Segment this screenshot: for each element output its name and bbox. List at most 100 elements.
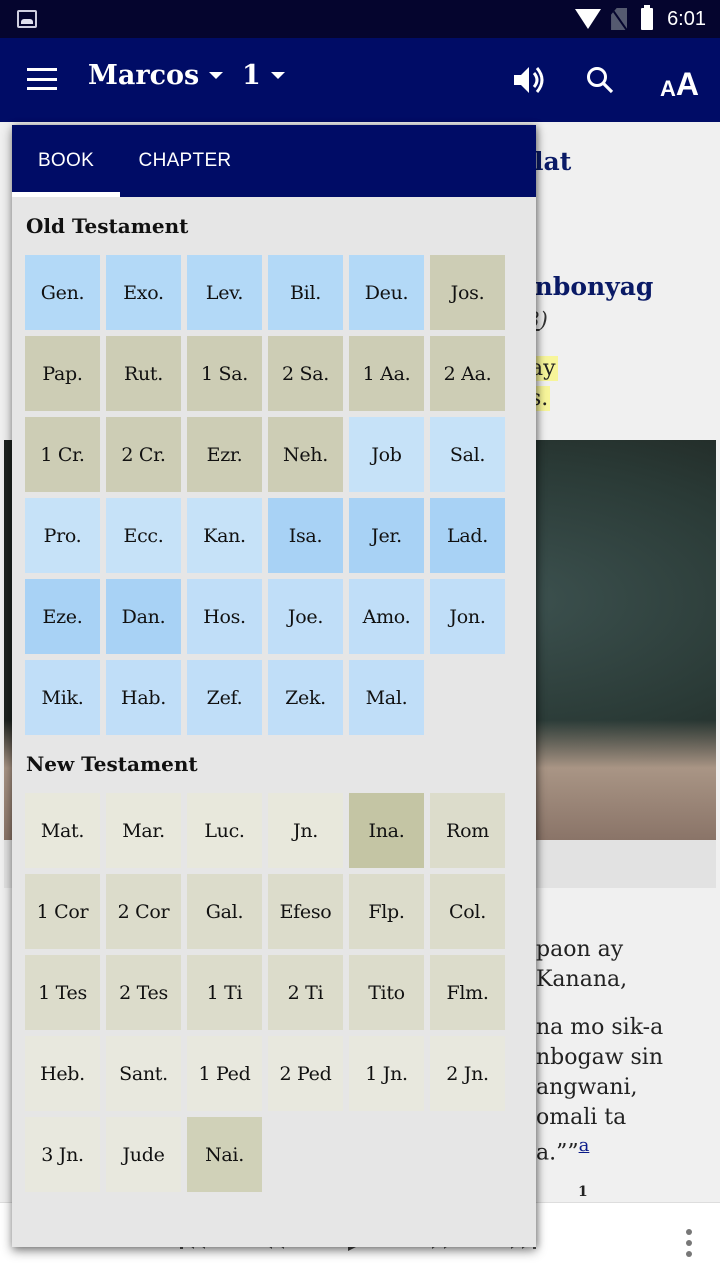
- verse-text: paon ay: [536, 937, 624, 962]
- book-tile[interactable]: Rom: [430, 793, 505, 868]
- tab-book[interactable]: BOOK: [12, 125, 120, 197]
- book-tile[interactable]: 1 Ped: [187, 1036, 262, 1111]
- book-tile[interactable]: Luc.: [187, 793, 262, 868]
- verse-text: angwani,: [536, 1075, 638, 1100]
- book-tile[interactable]: 1 Tes: [25, 955, 100, 1030]
- book-chapter-picker: BOOK CHAPTER Old Testament Gen. Exo. Lev. B…: [12, 125, 536, 1247]
- search-icon[interactable]: [585, 65, 615, 95]
- book-tile[interactable]: 1 Cr.: [25, 417, 100, 492]
- book-tile[interactable]: Gen.: [25, 255, 100, 330]
- app-bar: Marcos 1 AA: [0, 38, 720, 122]
- book-tile[interactable]: Kan.: [187, 498, 262, 573]
- book-tile[interactable]: Deu.: [349, 255, 424, 330]
- book-tile[interactable]: Col.: [430, 874, 505, 949]
- book-tile[interactable]: Exo.: [106, 255, 181, 330]
- book-tile[interactable]: Tito: [349, 955, 424, 1030]
- footnote-link[interactable]: a: [579, 1135, 590, 1156]
- book-tile[interactable]: 1 Sa.: [187, 336, 262, 411]
- wifi-icon: [575, 9, 602, 29]
- book-tile[interactable]: Efeso: [268, 874, 343, 949]
- book-tile[interactable]: 2 Aa.: [430, 336, 505, 411]
- book-tile[interactable]: Lad.: [430, 498, 505, 573]
- book-tile[interactable]: Hab.: [106, 660, 181, 735]
- book-tile[interactable]: Neh.: [268, 417, 343, 492]
- book-tile[interactable]: 2 Tes: [106, 955, 181, 1030]
- book-tile[interactable]: Mal.: [349, 660, 424, 735]
- book-tile[interactable]: Eze.: [25, 579, 100, 654]
- book-tile[interactable]: Nai.: [187, 1117, 262, 1192]
- book-tile[interactable]: Flp.: [349, 874, 424, 949]
- book-name: Marcos: [88, 60, 200, 91]
- book-tile[interactable]: Rut.: [106, 336, 181, 411]
- verse-text: a.””a: [536, 1135, 590, 1166]
- chapter-dropdown-caret-icon: [270, 72, 285, 79]
- section-subheading: onbonyag: [518, 272, 654, 301]
- book-tile[interactable]: Jon.: [430, 579, 505, 654]
- verse-text: na mo sik-a: [536, 1015, 664, 1040]
- book-tile[interactable]: Amo.: [349, 579, 424, 654]
- book-tile[interactable]: 2 Cr.: [106, 417, 181, 492]
- battery-icon: [641, 5, 654, 30]
- status-bar: 6:01: [0, 0, 720, 38]
- book-tile[interactable]: 1 Ti: [187, 955, 262, 1030]
- tab-chapter[interactable]: CHAPTER: [120, 125, 250, 197]
- book-tile[interactable]: Ecc.: [106, 498, 181, 573]
- book-selector[interactable]: Marcos: [88, 60, 224, 91]
- book-dropdown-caret-icon: [209, 72, 224, 79]
- book-tile[interactable]: Jn.: [268, 793, 343, 868]
- verse-number: 1: [578, 1184, 588, 1200]
- book-tile[interactable]: Lev.: [187, 255, 262, 330]
- book-tile[interactable]: Joe.: [268, 579, 343, 654]
- verse-text: omali ta: [536, 1105, 627, 1130]
- book-tile[interactable]: 2 Ti: [268, 955, 343, 1030]
- gallery-notification-icon: [17, 10, 37, 28]
- book-tile[interactable]: Gal.: [187, 874, 262, 949]
- book-tile[interactable]: Job: [349, 417, 424, 492]
- more-options-icon[interactable]: [683, 1229, 695, 1257]
- book-tile[interactable]: 2 Jn.: [430, 1036, 505, 1111]
- book-tile[interactable]: 2 Sa.: [268, 336, 343, 411]
- no-sim-icon: [611, 8, 628, 30]
- old-testament-grid: Gen. Exo. Lev. Bil. Deu. Jos. Pap. Rut. 1 Sa. 2 S…: [12, 255, 536, 735]
- verse-text: Kanana,: [536, 967, 628, 992]
- new-testament-grid: Mat. Mar. Luc. Jn. Ina. Rom 1 Cor 2 Cor Gal. Efes…: [12, 793, 536, 1192]
- book-tile[interactable]: 1 Aa.: [349, 336, 424, 411]
- font-size-icon[interactable]: AA: [660, 60, 699, 100]
- book-tile[interactable]: Jude: [106, 1117, 181, 1192]
- verse-text: nbogaw sin: [536, 1045, 664, 1070]
- book-tile[interactable]: Pap.: [25, 336, 100, 411]
- book-tile[interactable]: Mat.: [25, 793, 100, 868]
- book-tile[interactable]: 1 Jn.: [349, 1036, 424, 1111]
- speaker-icon[interactable]: [512, 64, 546, 96]
- old-testament-heading: Old Testament: [26, 214, 189, 238]
- book-tile[interactable]: Bil.: [268, 255, 343, 330]
- book-tile[interactable]: 2 Cor: [106, 874, 181, 949]
- picker-tabs: BOOK CHAPTER: [12, 125, 536, 197]
- chapter-selector[interactable]: 1: [242, 60, 285, 91]
- book-tile[interactable]: Mar.: [106, 793, 181, 868]
- book-tile[interactable]: Sal.: [430, 417, 505, 492]
- book-tile[interactable]: Isa.: [268, 498, 343, 573]
- menu-icon[interactable]: [27, 68, 57, 90]
- section-heading: lat: [534, 147, 572, 176]
- book-tile[interactable]: Sant.: [106, 1036, 181, 1111]
- status-icons: 6:01: [575, 0, 706, 38]
- new-testament-heading: New Testament: [26, 752, 198, 776]
- book-tile[interactable]: Heb.: [25, 1036, 100, 1111]
- book-tile[interactable]: Dan.: [106, 579, 181, 654]
- book-tile[interactable]: 2 Ped: [268, 1036, 343, 1111]
- book-tile[interactable]: Pro.: [25, 498, 100, 573]
- book-tile[interactable]: Mik.: [25, 660, 100, 735]
- book-tile[interactable]: 1 Cor: [25, 874, 100, 949]
- book-tile[interactable]: Zek.: [268, 660, 343, 735]
- book-tile[interactable]: Jer.: [349, 498, 424, 573]
- book-tile[interactable]: Ezr.: [187, 417, 262, 492]
- book-tile[interactable]: Zef.: [187, 660, 262, 735]
- chapter-number: 1: [242, 60, 261, 91]
- book-tile[interactable]: 3 Jn.: [25, 1117, 100, 1192]
- book-tile[interactable]: Hos.: [187, 579, 262, 654]
- book-tile[interactable]: Jos.: [430, 255, 505, 330]
- clock: 6:01: [667, 7, 706, 30]
- book-tile[interactable]: Ina.: [349, 793, 424, 868]
- book-tile[interactable]: Flm.: [430, 955, 505, 1030]
